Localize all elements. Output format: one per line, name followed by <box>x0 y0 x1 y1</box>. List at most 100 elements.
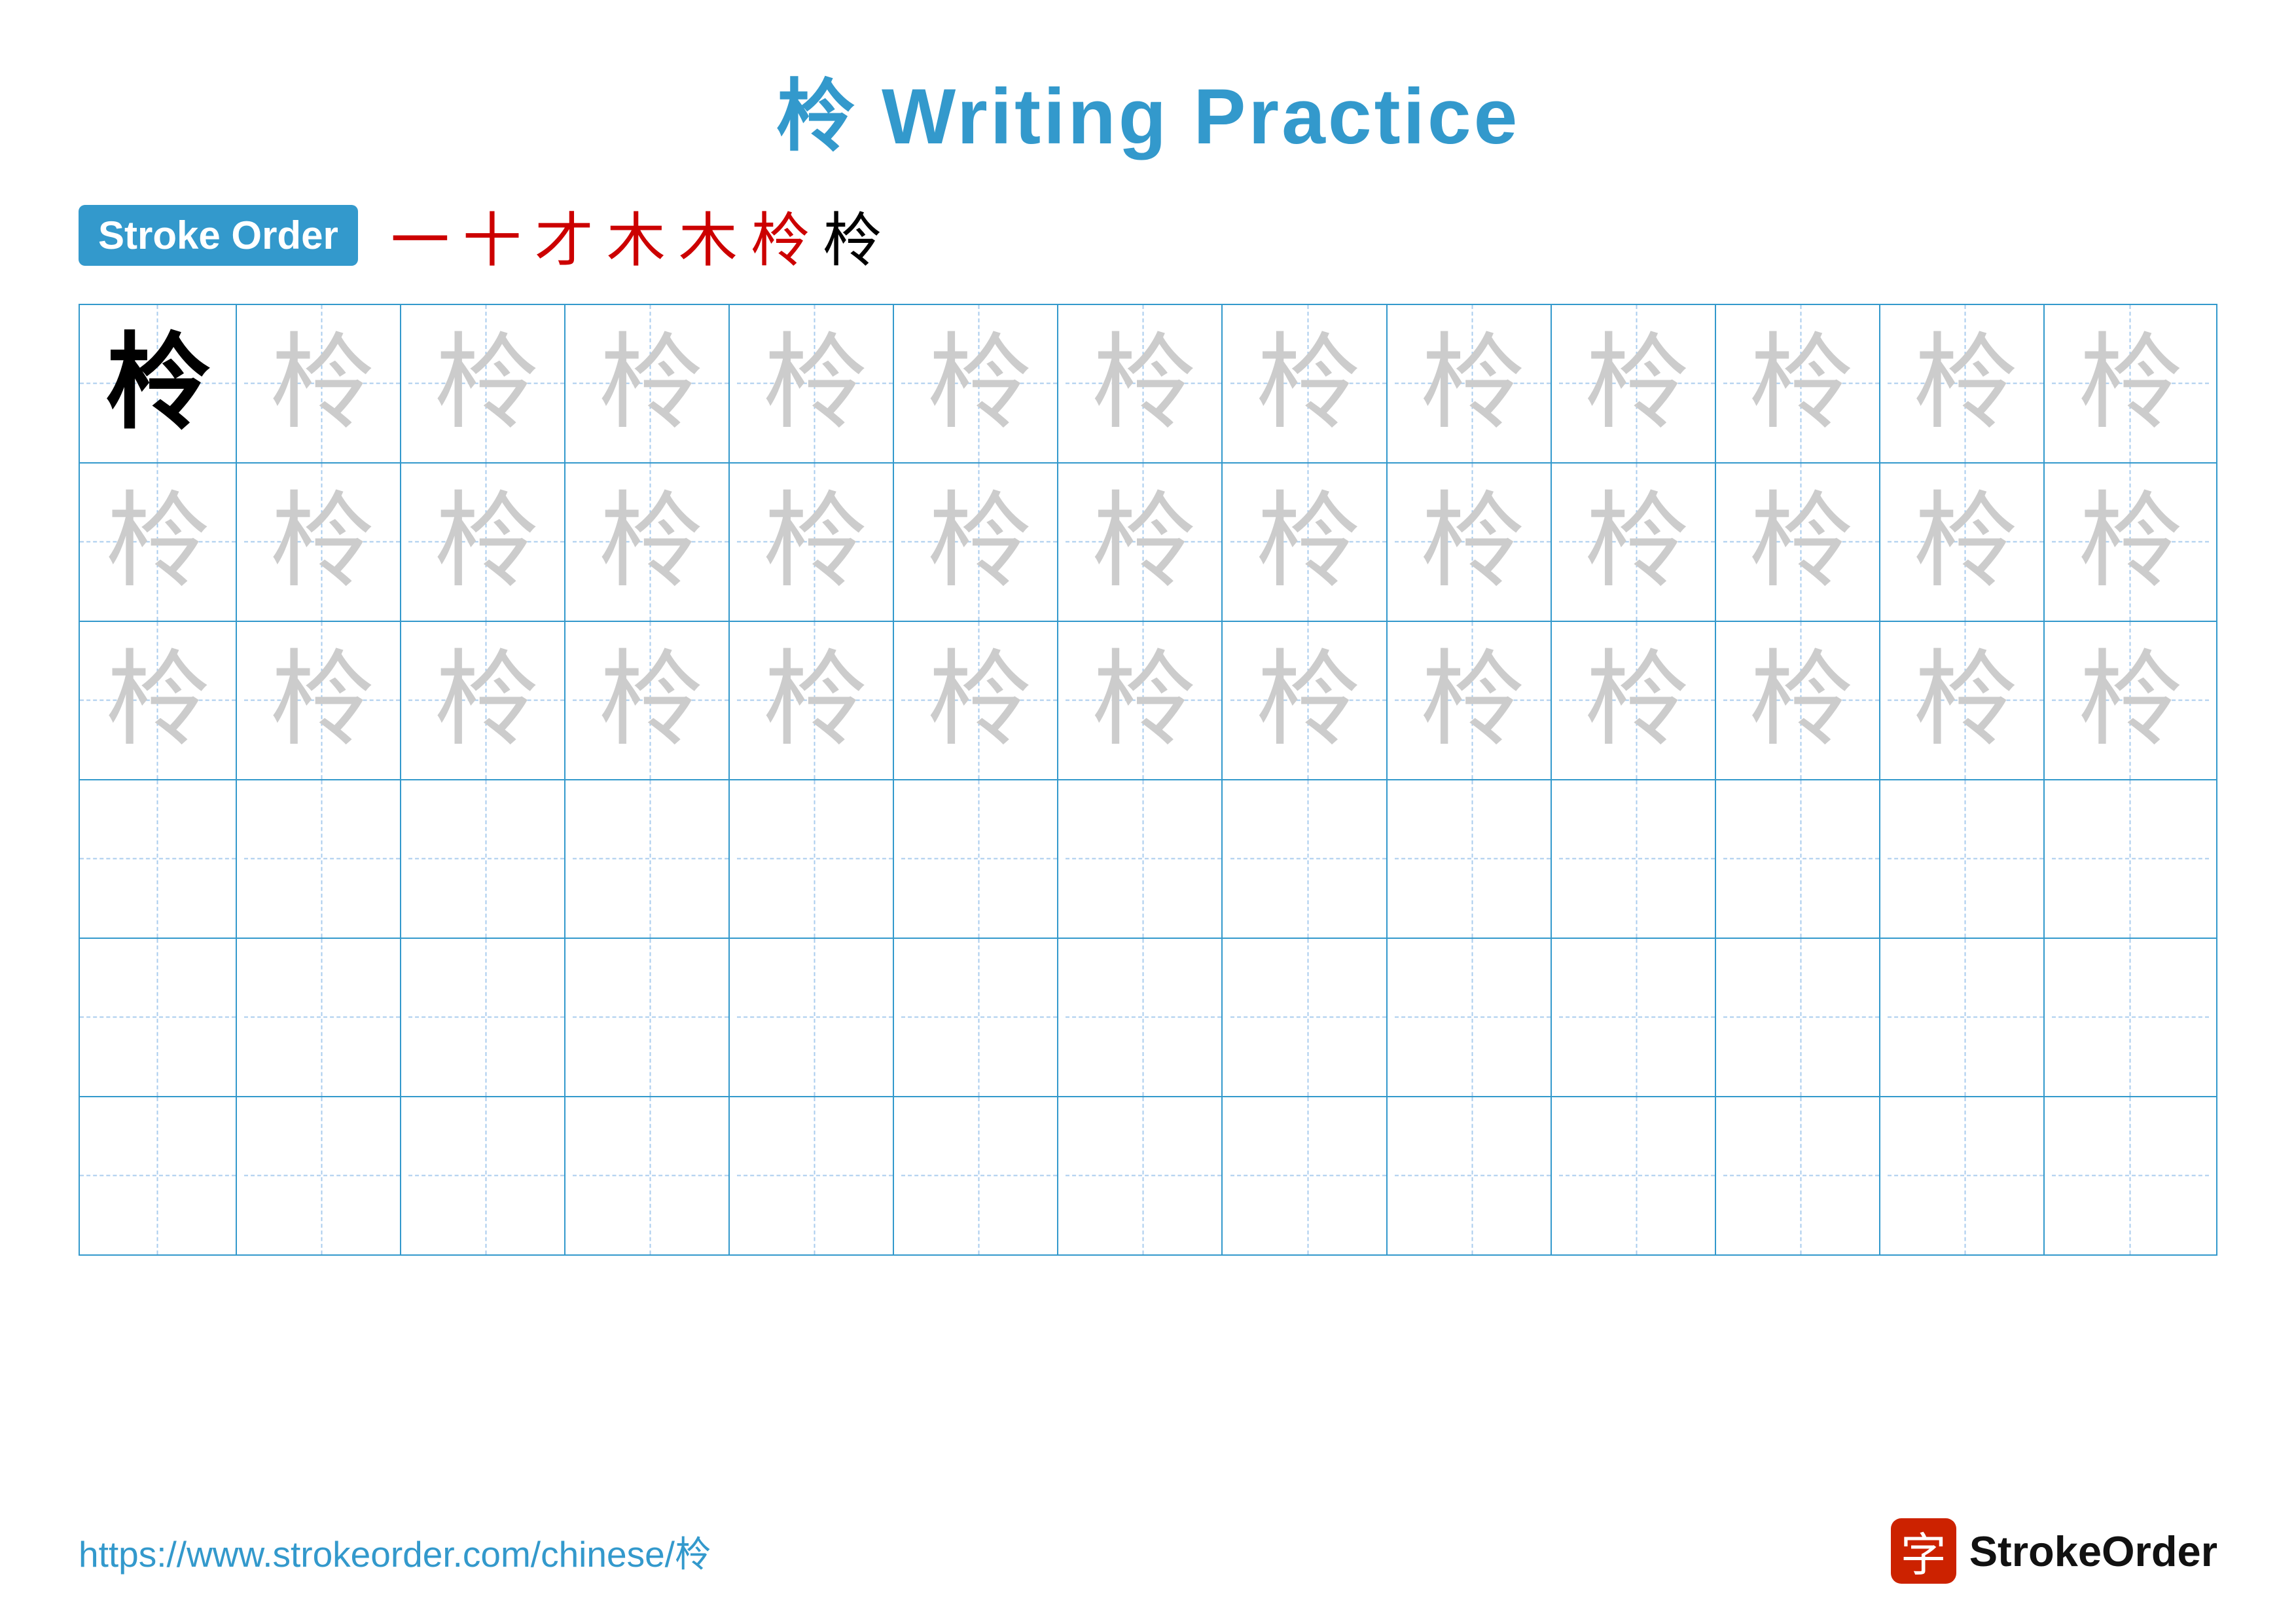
grid-cell[interactable]: 柃 <box>1066 464 1223 621</box>
grid-cell[interactable] <box>2052 939 2209 1096</box>
grid-cell[interactable]: 柃 <box>901 622 1058 779</box>
grid-cell[interactable]: 柃 <box>408 464 565 621</box>
grid-cell[interactable]: 柃 <box>1230 622 1388 779</box>
grid-cell[interactable] <box>1723 939 1880 1096</box>
grid-cell[interactable] <box>244 1097 401 1254</box>
grid-cell[interactable]: 柃 <box>1230 305 1388 462</box>
grid-cell[interactable] <box>1723 1097 1880 1254</box>
stroke-sequence: 一 十 才 木 木 柃 柃 <box>391 192 882 278</box>
grid-cell[interactable]: 柃 <box>1230 464 1388 621</box>
char-guide: 柃 <box>2078 331 2183 436</box>
grid-row-2: 柃 柃 柃 柃 柃 柃 柃 柃 柃 柃 柃 柃 柃 <box>80 464 2216 622</box>
grid-cell[interactable] <box>244 939 401 1096</box>
grid-cell[interactable] <box>244 780 401 938</box>
grid-cell[interactable]: 柃 <box>1559 622 1716 779</box>
grid-cell[interactable]: 柃 <box>1888 305 2045 462</box>
grid-cell[interactable] <box>1066 939 1223 1096</box>
grid-cell[interactable]: 柃 <box>1066 305 1223 462</box>
grid-cell[interactable]: 柃 <box>1395 622 1552 779</box>
grid-cell[interactable]: 柃 <box>80 622 237 779</box>
char-guide: 柃 <box>1749 490 1854 594</box>
grid-cell[interactable] <box>1066 780 1223 938</box>
grid-cell[interactable]: 柃 <box>1395 464 1552 621</box>
grid-cell[interactable] <box>80 939 237 1096</box>
logo-icon: 字 <box>1891 1518 1956 1584</box>
grid-cell[interactable] <box>1395 780 1552 938</box>
grid-cell[interactable] <box>1888 939 2045 1096</box>
grid-cell[interactable] <box>1066 1097 1223 1254</box>
grid-cell[interactable] <box>408 780 565 938</box>
grid-cell[interactable] <box>1888 1097 2045 1254</box>
char-guide: 柃 <box>598 331 703 436</box>
grid-cell[interactable]: 柃 <box>573 464 730 621</box>
char-guide: 柃 <box>762 490 867 594</box>
char-guide: 柃 <box>1420 331 1525 436</box>
grid-cell[interactable]: 柃 <box>244 464 401 621</box>
grid-cell[interactable]: 柃 <box>901 305 1058 462</box>
char-guide: 柃 <box>1913 331 2018 436</box>
stroke-3: 才 <box>535 192 594 278</box>
char-guide: 柃 <box>1091 648 1196 753</box>
grid-cell[interactable] <box>1230 780 1388 938</box>
grid-cell[interactable] <box>408 1097 565 1254</box>
stroke-6: 柃 <box>751 192 810 278</box>
grid-cell[interactable] <box>737 780 894 938</box>
grid-cell[interactable]: 柃 <box>573 305 730 462</box>
grid-cell[interactable] <box>573 780 730 938</box>
grid-cell[interactable] <box>1395 1097 1552 1254</box>
char-guide: 柃 <box>1913 648 2018 753</box>
grid-cell[interactable]: 柃 <box>408 305 565 462</box>
grid-cell[interactable]: 柃 <box>1559 464 1716 621</box>
grid-cell[interactable]: 柃 <box>1395 305 1552 462</box>
grid-cell[interactable] <box>1723 780 1880 938</box>
grid-cell[interactable]: 柃 <box>1888 464 2045 621</box>
grid-cell[interactable] <box>408 939 565 1096</box>
grid-cell[interactable]: 柃 <box>80 305 237 462</box>
grid-cell[interactable] <box>2052 780 2209 938</box>
grid-cell[interactable] <box>901 780 1058 938</box>
grid-cell[interactable]: 柃 <box>1888 622 2045 779</box>
grid-cell[interactable] <box>901 939 1058 1096</box>
grid-cell[interactable] <box>1395 939 1552 1096</box>
char-guide: 柃 <box>2078 648 2183 753</box>
char-guide: 柃 <box>270 490 374 594</box>
grid-cell[interactable]: 柃 <box>737 464 894 621</box>
grid-cell[interactable]: 柃 <box>737 305 894 462</box>
grid-cell[interactable] <box>1559 1097 1716 1254</box>
grid-cell[interactable]: 柃 <box>80 464 237 621</box>
grid-cell[interactable] <box>80 780 237 938</box>
grid-cell[interactable]: 柃 <box>1066 622 1223 779</box>
grid-cell[interactable]: 柃 <box>1723 622 1880 779</box>
grid-row-1: 柃 柃 柃 柃 柃 柃 柃 柃 柃 柃 柃 柃 柃 <box>80 305 2216 464</box>
grid-cell[interactable] <box>573 1097 730 1254</box>
char-guide: 柃 <box>434 331 539 436</box>
char-guide: 柃 <box>927 331 1031 436</box>
stroke-1: 一 <box>391 192 450 278</box>
grid-cell[interactable] <box>901 1097 1058 1254</box>
grid-cell[interactable] <box>1559 939 1716 1096</box>
grid-cell[interactable] <box>1888 780 2045 938</box>
grid-cell[interactable]: 柃 <box>573 622 730 779</box>
grid-cell[interactable] <box>1230 939 1388 1096</box>
grid-cell[interactable] <box>573 939 730 1096</box>
grid-cell[interactable] <box>737 1097 894 1254</box>
grid-cell[interactable] <box>737 939 894 1096</box>
char-guide: 柃 <box>1585 648 1689 753</box>
grid-cell[interactable]: 柃 <box>1723 305 1880 462</box>
grid-cell[interactable]: 柃 <box>2052 464 2209 621</box>
grid-cell[interactable]: 柃 <box>244 622 401 779</box>
footer-url: https://www.strokeorder.com/chinese/柃 <box>79 1525 711 1577</box>
grid-cell[interactable] <box>1559 780 1716 938</box>
grid-cell[interactable] <box>80 1097 237 1254</box>
grid-cell[interactable]: 柃 <box>244 305 401 462</box>
char-guide: 柃 <box>1749 648 1854 753</box>
grid-cell[interactable]: 柃 <box>408 622 565 779</box>
grid-cell[interactable]: 柃 <box>737 622 894 779</box>
grid-cell[interactable] <box>1230 1097 1388 1254</box>
grid-cell[interactable]: 柃 <box>1723 464 1880 621</box>
grid-cell[interactable]: 柃 <box>1559 305 1716 462</box>
grid-cell[interactable]: 柃 <box>2052 622 2209 779</box>
grid-cell[interactable]: 柃 <box>2052 305 2209 462</box>
grid-cell[interactable]: 柃 <box>901 464 1058 621</box>
grid-cell[interactable] <box>2052 1097 2209 1254</box>
